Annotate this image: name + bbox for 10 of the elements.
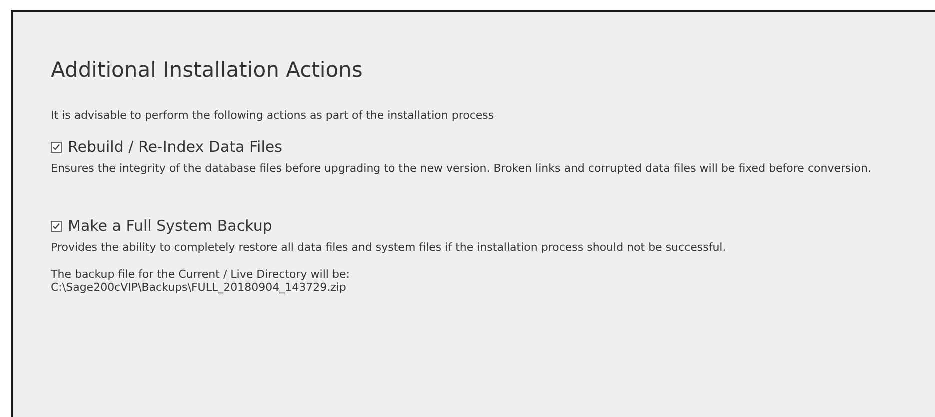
checkbox-label[interactable]: Rebuild / Re-Index Data Files <box>68 138 282 156</box>
backup-path-text: The backup file for the Current / Live Directory will be: <box>51 268 351 281</box>
checkbox[interactable] <box>51 220 62 232</box>
checkbox[interactable] <box>51 142 62 152</box>
action-description: Ensures the integrity of the database files before upgrading to the new version. Broken links and corrupted data files will be fixed before conversion. <box>51 162 872 175</box>
page-title: Additional Installation Actions <box>51 58 364 82</box>
action-description: Provides the ability to completely restore all data files and system files if the installation process should not be successful. <box>51 241 728 254</box>
checkbox-label[interactable]: Make a Full System Backup <box>68 217 272 235</box>
intro-text: It is advisable to perform the following actions as part of the installation process <box>51 109 496 122</box>
backup-path-text: C:\Sage200cVIP\Backups\FULL_20180904_143729.zip <box>51 281 348 294</box>
